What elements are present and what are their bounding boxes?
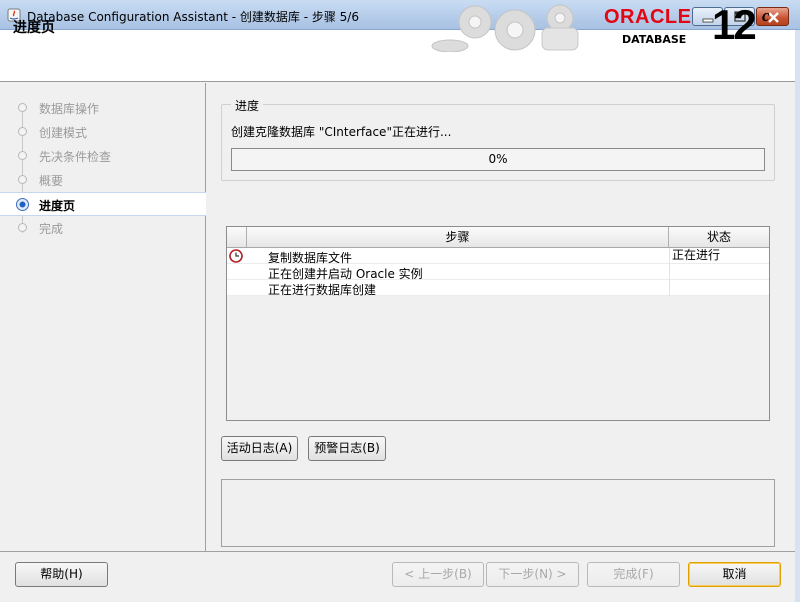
database-logo-text: DATABASE	[622, 33, 687, 46]
sidebar-step-create-mode: 创建模式	[0, 120, 206, 144]
step-dot-icon	[18, 151, 27, 160]
sidebar-step-label: 概要	[39, 174, 64, 188]
step-dot-icon	[18, 175, 27, 184]
sidebar-step-label: 进度页	[39, 199, 76, 213]
bottom-separator	[0, 551, 800, 552]
table-row[interactable]: 正在进行数据库创建	[227, 280, 769, 297]
log-output-area[interactable]	[221, 479, 775, 547]
progress-status-text: 创建克隆数据库 "CInterface"正在进行...	[231, 125, 452, 139]
table-row[interactable]: 正在创建并启动 Oracle 实例	[227, 264, 769, 281]
table-cell-step: 正在进行数据库创建	[268, 283, 377, 297]
table-cell-status: 正在进行	[669, 248, 769, 264]
version-suffix: c	[762, 6, 770, 25]
back-button[interactable]: < 上一步(B)	[392, 562, 484, 587]
sidebar-step-summary: 概要	[0, 168, 206, 192]
sidebar-step-prereq-check: 先决条件检查	[0, 144, 206, 168]
clock-icon	[229, 249, 243, 263]
next-button[interactable]: 下一步(N) >	[486, 562, 579, 587]
table-header-icon-column[interactable]	[227, 227, 247, 248]
cancel-button[interactable]: 取消	[688, 562, 781, 587]
sidebar-step-label: 先决条件检查	[39, 150, 112, 164]
step-dot-icon	[18, 103, 27, 112]
close-button[interactable]	[756, 7, 789, 26]
page-title: 进度页	[13, 20, 55, 36]
step-dot-icon	[18, 127, 27, 136]
finish-button[interactable]: 完成(F)	[587, 562, 680, 587]
progress-percent: 0%	[488, 152, 508, 166]
sidebar-step-db-operation: 数据库操作	[0, 96, 206, 120]
gears-graphic	[431, 4, 579, 52]
table-cell-status	[669, 280, 769, 296]
oracle-logo: ORACLE	[604, 6, 692, 28]
window-right-border	[795, 30, 800, 602]
sidebar-step-label: 数据库操作	[39, 102, 100, 116]
progress-group-legend: 进度	[231, 97, 264, 114]
table-cell-status	[669, 264, 769, 280]
table-header-status[interactable]: 状态	[669, 227, 769, 248]
help-button[interactable]: 帮助(H)	[15, 562, 108, 587]
table-header-step[interactable]: 步骤	[247, 227, 669, 248]
sidebar-step-label: 完成	[39, 222, 64, 236]
version-number: 12	[712, 1, 757, 48]
window-title: Database Configuration Assistant - 创建数据库…	[27, 10, 359, 24]
current-step-icon	[16, 198, 29, 211]
alert-log-button[interactable]: 预警日志(B)	[308, 436, 386, 461]
table-row[interactable]: 复制数据库文件 正在进行	[227, 248, 769, 265]
sidebar-step-finish: 完成	[0, 216, 206, 240]
sidebar-step-label: 创建模式	[39, 126, 88, 140]
sidebar-step-progress: 进度页	[0, 192, 206, 216]
step-dot-icon	[18, 223, 27, 232]
activity-log-button[interactable]: 活动日志(A)	[221, 436, 298, 461]
